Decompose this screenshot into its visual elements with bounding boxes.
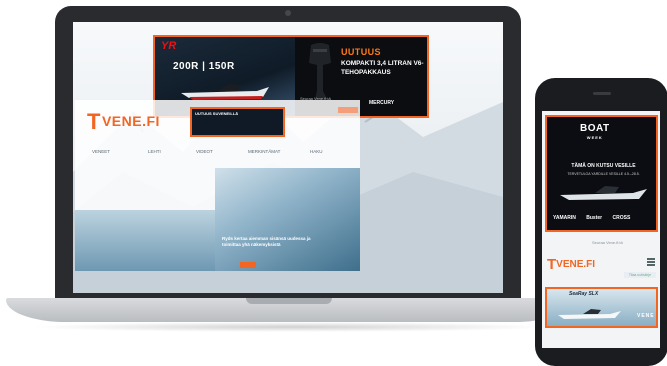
nav-item-videot[interactable]: VIDEOT [196,149,213,154]
nav-item-lehti[interactable]: LEHTI [148,149,161,154]
laptop-screen: YR 200R | 150R UUTUUS KOMPAKTI 3,4 LITRA… [73,22,503,293]
ad-footer-brand: MERCURY [369,100,395,106]
ad-invite-text: TÄMÄ ON KUTSU VESILLE [571,163,636,169]
ad-headline: UUTUUS [341,47,381,57]
boat-icon [181,84,269,100]
nav-item-haku[interactable]: HAKU [310,149,323,154]
bottom-ad-word: VENE [637,313,655,319]
small-header-ad[interactable]: UUTUUS SUVENEILLÄ [190,107,285,137]
hamburger-menu-icon[interactable] [647,258,655,266]
phone-bottom-ad[interactable]: SeaRay SLX VENE [545,287,658,328]
ad-brand-logo: YR [161,40,177,52]
follow-link[interactable]: Seuraa Vene.fi:tä [300,96,331,101]
ad-copy: KOMPAKTI 3,4 LITRAN V6-TEHOPAKKAUS [341,60,424,76]
bottom-ad-title: SeaRay SLX [569,291,599,297]
phone-site-logo[interactable]: TVENE.FI [547,256,595,273]
laptop-shadow [30,322,550,332]
boat-icon [560,186,647,200]
laptop-notch [246,298,332,304]
brand-yamarin: YAMARIN [553,215,576,221]
small-ad-text: UUTUUS SUVENEILLÄ [195,111,239,116]
ad-dates: TERVETULOA YARDILLE VESILLE 4.5.–28.5. [567,172,640,176]
phone-speaker [593,92,611,95]
brand-buster: Buster [586,215,603,221]
ad-models: 200R | 150R [173,61,235,72]
hero-tag [240,262,256,268]
nav-item-veneet[interactable]: VENEET [92,149,110,154]
lake-image[interactable] [75,210,215,271]
boat-icon [558,309,621,319]
subscribe-button[interactable] [338,107,358,113]
site-nav: VENEET LEHTI VIDEOT MERKINTÄMAT HAKU [80,145,350,159]
site-logo[interactable]: TVENE.FI [87,111,160,133]
brand-cross: CROSS [612,215,631,221]
phone-follow-link[interactable]: Seuraa Vene.fi:tä [592,240,623,245]
phone-boat-week-ad[interactable]: BOAT WEEK TÄMÄ ON KUTSU VESILLE TERVETUL… [545,115,658,232]
boat-week-logo: BOAT WEEK [580,123,610,141]
hero-title[interactable]: Ryds kertaa aiemman sisänsä uudessa ja t… [222,236,317,248]
ad-brands: YAMARIN Buster CROSS [553,215,653,221]
hero-image[interactable] [215,168,360,271]
nav-item-merkintamat[interactable]: MERKINTÄMAT [248,149,280,154]
outboard-motor-icon [309,43,331,99]
newsletter-pill[interactable]: Tilaa uutiskirje [624,272,656,278]
